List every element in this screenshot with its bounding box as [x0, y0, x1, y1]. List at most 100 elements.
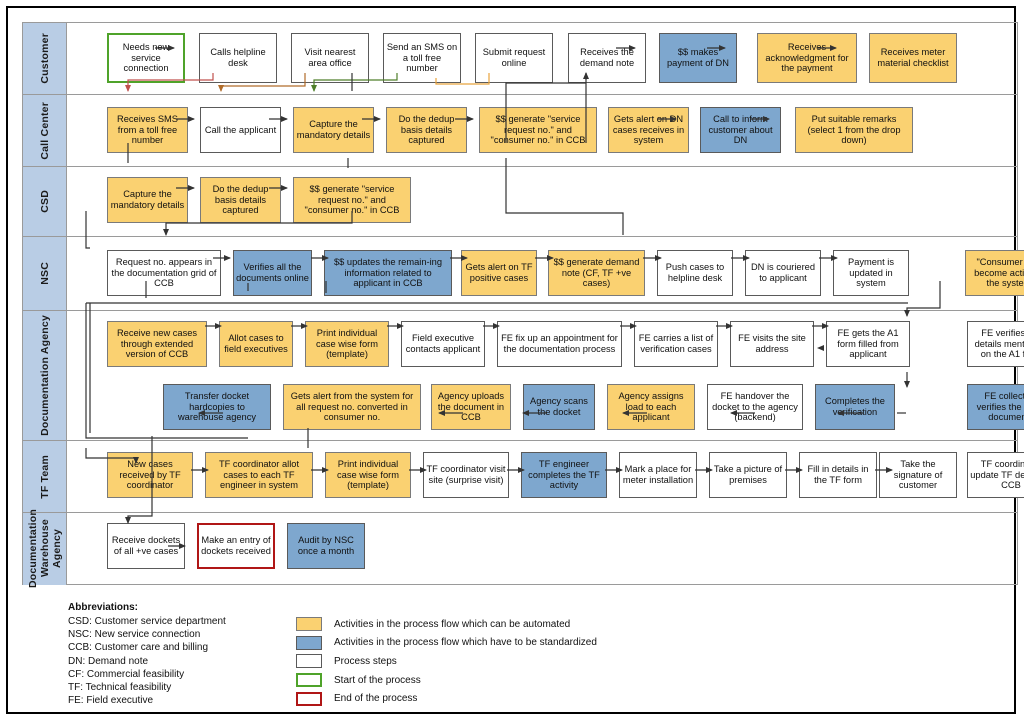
swimlane-call-center: Call Center Receives SMS from a toll free…: [23, 95, 1017, 167]
lane-label-customer: Customer: [23, 23, 67, 94]
node-receives-meter-material-checklist[interactable]: Receives meter material checklist: [869, 33, 957, 83]
node-put-suitable-remarks[interactable]: Put suitable remarks (select 1 from the …: [795, 107, 913, 153]
node-make-entry-of-dockets-received[interactable]: Make an entry of dockets received: [197, 523, 275, 569]
node-agency-uploads-document-ccb[interactable]: Agency uploads the document in CCB: [431, 384, 511, 430]
node-audit-by-nsc-once-a-month[interactable]: Audit by NSC once a month: [287, 523, 365, 569]
node-do-dedup-basis-details-cc[interactable]: Do the dedup basis details captured: [386, 107, 467, 153]
lane-label-text: Customer: [39, 33, 51, 84]
node-verifies-all-documents-online[interactable]: Verifies all the documents online: [233, 250, 312, 296]
node-receives-demand-note[interactable]: Receives the demand note: [568, 33, 646, 83]
node-calls-helpline-desk[interactable]: Calls helpline desk: [199, 33, 277, 83]
swimlane-nsc: NSC Request no. appears in the documentat…: [23, 237, 1017, 311]
node-fe-visits-site-address[interactable]: FE visits the site address: [730, 321, 814, 367]
lane-label-text: NSC: [39, 262, 51, 285]
node-gets-alert-tf-positive[interactable]: Gets alert on TF positive cases: [461, 250, 537, 296]
legend: Abbreviations: CSD: Customer service dep…: [68, 602, 688, 720]
node-take-signature-of-customer[interactable]: Take the signature of customer: [879, 452, 957, 498]
node-gets-alert-on-dn-cases[interactable]: Gets alert on DN cases receives in syste…: [608, 107, 689, 153]
lane-label-text: Documentation Agency: [39, 315, 51, 436]
node-field-executive-contacts-applicant[interactable]: Field executive contacts applicant: [401, 321, 485, 367]
node-allot-cases-to-field-executives[interactable]: Allot cases to field executives: [219, 321, 293, 367]
node-send-sms-toll-free[interactable]: Send an SMS on a toll free number: [383, 33, 461, 83]
node-fill-in-details-tf-form[interactable]: Fill in details in the TF form: [799, 452, 877, 498]
legend-key-label: End of the process: [334, 693, 417, 704]
node-print-individual-case-wise-form-da[interactable]: Print individual case wise form (templat…: [305, 321, 389, 367]
lane-body-nsc: Request no. appears in the documentation…: [67, 237, 1017, 310]
lane-label-nsc: NSC: [23, 237, 67, 310]
abbreviations-title: Abbreviations:: [68, 602, 688, 613]
node-receive-new-cases-extended-ccb[interactable]: Receive new cases through extended versi…: [107, 321, 207, 367]
legend-key-label: Process steps: [334, 656, 397, 667]
node-consumer-no-become-active[interactable]: "Consumer no." become active in the syst…: [965, 250, 1024, 296]
node-completes-the-verification[interactable]: Completes the verification: [815, 384, 895, 430]
node-agency-scans-docket[interactable]: Agency scans the docket: [523, 384, 595, 430]
lane-label-call-center: Call Center: [23, 95, 67, 166]
node-new-cases-received-tf-coordinator[interactable]: New cases received by TF coordinator: [107, 452, 193, 498]
node-needs-new-service-connection[interactable]: Needs new service connection: [107, 33, 185, 83]
flowchart-page: Customer Needs new service connection Call…: [0, 0, 1024, 722]
node-call-the-applicant[interactable]: Call the applicant: [200, 107, 281, 153]
node-fe-carries-list-verification-cases[interactable]: FE carries a list of verification cases: [634, 321, 718, 367]
lane-body-tf-team: New cases received by TF coordinator TF c…: [67, 441, 1017, 512]
lane-body-csd: Capture the mandatory details Do the dedu…: [67, 167, 1017, 236]
node-generate-service-request-no-csd[interactable]: $$ generate "service request no." and "c…: [293, 177, 411, 223]
lane-body-documentation-warehouse-agency: Receive dockets of all +ve cases Make an …: [67, 513, 1017, 585]
node-generate-service-request-no-cc[interactable]: $$ generate "service request no." and "c…: [479, 107, 597, 153]
legend-swatch-start: [296, 673, 322, 687]
node-request-no-appears-in-grid[interactable]: Request no. appears in the documentation…: [107, 250, 221, 296]
node-tf-coordinator-allot-cases[interactable]: TF coordinator allot cases to each TF en…: [205, 452, 313, 498]
legend-key-row: End of the process: [296, 689, 597, 708]
legend-keys: Activities in the process flow which can…: [296, 615, 597, 708]
legend-key-label: Start of the process: [334, 675, 421, 686]
swimlane-customer: Customer Needs new service connection Call…: [23, 23, 1017, 95]
node-submit-request-online[interactable]: Submit request online: [475, 33, 553, 83]
node-fe-collects-verifies-other-documents[interactable]: FE collects – verifies the other documen…: [967, 384, 1024, 430]
node-capture-mandatory-details-cc[interactable]: Capture the mandatory details: [293, 107, 374, 153]
node-do-dedup-basis-details-csd[interactable]: Do the dedup basis details captured: [200, 177, 281, 223]
node-fe-fix-appointment[interactable]: FE fix up an appointment for the documen…: [497, 321, 622, 367]
lane-label-csd: CSD: [23, 167, 67, 236]
legend-key-label: Activities in the process flow which can…: [334, 619, 570, 630]
swimlane-documentation-warehouse-agency: Documentation Warehouse AgencyReceive do…: [23, 513, 1017, 585]
swimlane-csd: CSD Capture the mandatory details Do the d…: [23, 167, 1017, 237]
node-capture-mandatory-details-csd[interactable]: Capture the mandatory details: [107, 177, 188, 223]
node-receive-dockets-positive-cases[interactable]: Receive dockets of all +ve cases: [107, 523, 185, 569]
node-receives-acknowledgment[interactable]: Receives acknowledgment for the payment: [757, 33, 857, 83]
legend-swatch-yellow: [296, 617, 322, 631]
legend-key-row: Activities in the process flow which can…: [296, 615, 597, 634]
node-fe-handover-docket-agency[interactable]: FE handover the docket to the agency (ba…: [707, 384, 803, 430]
node-updates-remaining-information[interactable]: $$ updates the remain-ing information re…: [324, 250, 452, 296]
legend-swatch-end: [296, 692, 322, 706]
node-push-cases-to-helpline-desk[interactable]: Push cases to helpline desk: [657, 250, 733, 296]
node-gets-alert-from-system-request-no[interactable]: Gets alert from the system for all reque…: [283, 384, 421, 430]
lane-label-text: CSD: [39, 190, 51, 213]
legend-swatch-process: [296, 654, 322, 668]
legend-key-row: Process steps: [296, 652, 597, 671]
node-receives-sms-toll-free[interactable]: Receives SMS from a toll free number: [107, 107, 188, 153]
node-mark-place-meter-installation[interactable]: Mark a place for meter installation: [619, 452, 697, 498]
lane-label-tf-team: TF Team: [23, 441, 67, 512]
node-agency-assigns-load[interactable]: Agency assigns load to each applicant: [607, 384, 695, 430]
swimlane-documentation-agency: Documentation Agency Receive new cases th…: [23, 311, 1017, 441]
node-fe-verifies-details-a1-form[interactable]: FE verifies the details mentioned on the…: [967, 321, 1024, 367]
node-call-to-inform-customer-dn[interactable]: Call to inform customer about DN: [700, 107, 781, 153]
node-print-individual-case-wise-form-tf[interactable]: Print individual case wise form (templat…: [325, 452, 411, 498]
node-transfer-docket-hardcopies[interactable]: Transfer docket hardcopies to warehouse …: [163, 384, 271, 430]
node-tf-coordinator-update-details-ccb[interactable]: TF coordinator update TF details in CCB: [967, 452, 1024, 498]
lane-body-documentation-agency: Receive new cases through extended versi…: [67, 311, 1017, 440]
node-dn-couriered-to-applicant[interactable]: DN is couriered to applicant: [745, 250, 821, 296]
node-tf-engineer-completes-activity[interactable]: TF engineer completes the TF activity: [521, 452, 607, 498]
lane-body-call-center: Receives SMS from a toll free number Call…: [67, 95, 1017, 166]
node-makes-payment-of-dn[interactable]: $$ makes payment of DN: [659, 33, 737, 83]
legend-key-row: Start of the process: [296, 671, 597, 690]
lane-body-customer: Needs new service connection Calls helpli…: [67, 23, 1017, 94]
node-visit-nearest-area-office[interactable]: Visit nearest area office: [291, 33, 369, 83]
node-fe-gets-a1-form-filled[interactable]: FE gets the A1 form filled from applican…: [826, 321, 910, 367]
node-payment-updated-in-system[interactable]: Payment is updated in system: [833, 250, 909, 296]
node-tf-coordinator-visit-site[interactable]: TF coordinator visit site (surprise visi…: [423, 452, 509, 498]
node-generate-demand-note[interactable]: $$ generate demand note (CF, TF +ve case…: [548, 250, 645, 296]
node-take-picture-of-premises[interactable]: Take a picture of premises: [709, 452, 787, 498]
swimlane-tf-team: TF TeamNew cases received by TF coordina…: [23, 441, 1017, 513]
legend-key-row: Activities in the process flow which hav…: [296, 634, 597, 653]
lane-label-text: Call Center: [39, 102, 51, 160]
